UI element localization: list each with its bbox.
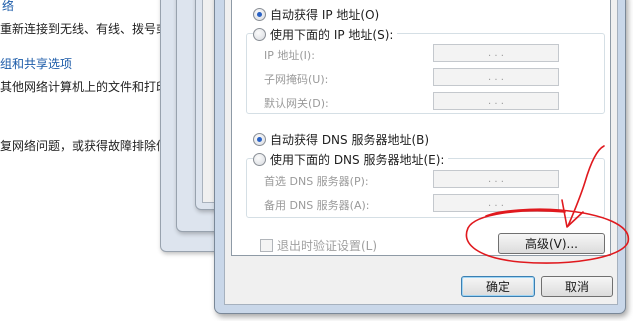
bg-line-2: 重新连接到无线、有线、拨号或 <box>0 22 169 36</box>
ok-button[interactable]: 确定 <box>461 276 535 297</box>
ip-address-label: IP 地址(I): <box>264 49 315 62</box>
bg-line-3[interactable]: 组和共享选项 <box>0 55 72 72</box>
alternate-dns-label: 备用 DNS 服务器(A): <box>264 199 370 212</box>
alternate-dns-field[interactable]: . . . <box>433 194 559 212</box>
manual-dns-label: 使用下面的 DNS 服务器地址(E): <box>270 153 445 167</box>
ipv4-properties-dialog: 自动获得 IP 地址(O) 使用下面的 IP 地址(S): IP 地址(I): … <box>214 0 626 314</box>
preferred-dns-field[interactable]: . . . <box>433 170 559 188</box>
radio-unselected-icon <box>253 153 266 166</box>
subnet-mask-label: 子网掩码(U): <box>264 73 329 86</box>
ip-address-field[interactable]: . . . <box>433 44 559 62</box>
radio-unselected-icon <box>253 28 266 41</box>
validate-settings-label: 退出时验证设置(L) <box>277 239 378 253</box>
dialog-body: 自动获得 IP 地址(O) 使用下面的 IP 地址(S): IP 地址(I): … <box>224 0 618 305</box>
subnet-mask-field[interactable]: . . . <box>433 68 559 86</box>
auto-ip-label: 自动获得 IP 地址(O) <box>270 8 380 22</box>
manual-ip-label: 使用下面的 IP 地址(S): <box>270 28 394 42</box>
radio-selected-icon <box>253 133 266 146</box>
preferred-dns-label: 首选 DNS 服务器(P): <box>264 175 369 188</box>
default-gateway-field[interactable]: . . . <box>433 92 559 110</box>
auto-ip-radio[interactable]: 自动获得 IP 地址(O) <box>253 6 379 23</box>
checkbox-icon <box>260 239 273 252</box>
general-tab-panel: 自动获得 IP 地址(O) 使用下面的 IP 地址(S): IP 地址(I): … <box>231 0 611 256</box>
bg-line-5: 复网络问题，或获得故障排除信 <box>0 139 169 153</box>
radio-selected-icon <box>253 8 266 21</box>
default-gateway-label: 默认网关(D): <box>264 97 329 110</box>
auto-dns-radio[interactable]: 自动获得 DNS 服务器地址(B) <box>253 131 429 148</box>
bg-line-1[interactable]: 络 <box>2 0 14 14</box>
manual-dns-radio[interactable]: 使用下面的 DNS 服务器地址(E): <box>253 151 449 168</box>
validate-settings-checkbox[interactable]: 退出时验证设置(L) <box>260 237 377 254</box>
advanced-button[interactable]: 高级(V)... <box>498 233 605 254</box>
bg-line-4: 其他网络计算机上的文件和打印 <box>0 80 169 94</box>
cancel-button[interactable]: 取消 <box>541 276 613 297</box>
manual-ip-radio[interactable]: 使用下面的 IP 地址(S): <box>253 26 398 43</box>
auto-dns-label: 自动获得 DNS 服务器地址(B) <box>270 133 430 147</box>
